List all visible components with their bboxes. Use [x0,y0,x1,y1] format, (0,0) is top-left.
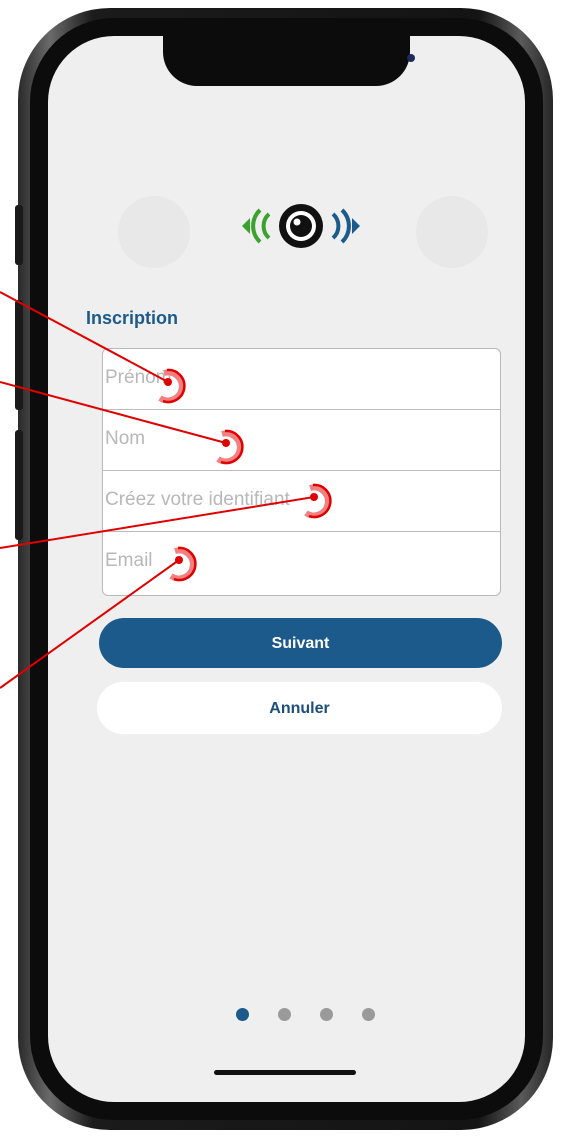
page-dot-1[interactable] [236,1008,249,1021]
phone-notch [163,36,415,86]
cancel-button[interactable]: Annuler [97,682,502,734]
first-name-field-row [103,349,500,410]
phone-volume-down [15,430,23,540]
phone-silent-switch [15,205,23,265]
decorative-circle-right [416,196,488,268]
phone-volume-up [15,300,23,410]
page-indicator [236,1008,376,1022]
username-field[interactable] [103,471,475,529]
email-field[interactable] [103,532,475,590]
home-indicator [214,1070,356,1075]
phone-screen: Inscription Suivant Annuler [48,36,525,1102]
registration-form [102,348,501,596]
username-field-row [103,471,500,532]
page-title: Inscription [86,308,179,328]
last-name-field-row [103,410,500,471]
next-button[interactable]: Suivant [99,618,502,668]
email-field-row [103,532,500,593]
page-dot-2[interactable] [278,1008,291,1021]
first-name-field[interactable] [103,349,475,407]
front-camera [407,54,415,62]
app-logo-eye-icon [242,204,360,248]
page-dot-3[interactable] [320,1008,333,1021]
decorative-circle-left [118,196,190,268]
page-dot-4[interactable] [362,1008,375,1021]
last-name-field[interactable] [103,410,475,468]
